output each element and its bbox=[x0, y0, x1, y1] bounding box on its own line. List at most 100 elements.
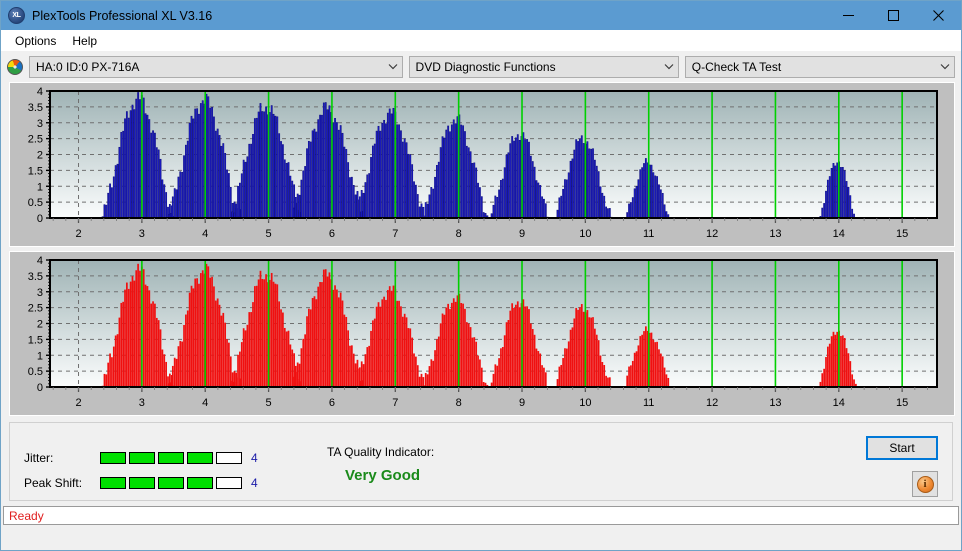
chart-bar bbox=[194, 108, 197, 219]
chart-bar bbox=[597, 171, 600, 219]
jitter-value: 4 bbox=[251, 451, 258, 465]
chart-bar bbox=[528, 309, 530, 387]
chart-bar bbox=[261, 111, 264, 219]
chart-bar bbox=[851, 208, 854, 219]
chart-bar bbox=[565, 348, 568, 387]
chart-bar bbox=[339, 292, 342, 387]
jitter-chart-panel: 0 0.5 1 1.5 2 2.5 3 3.5 4 2 3 4 5 6 7 8 9 10 11 12 13 14 15 bbox=[9, 82, 955, 247]
maximize-icon[interactable] bbox=[871, 1, 916, 30]
chart-bar bbox=[188, 292, 191, 387]
status-text: Ready bbox=[9, 508, 44, 523]
chart-bar bbox=[562, 188, 565, 219]
chart-bar bbox=[381, 122, 384, 219]
chart-bar bbox=[447, 125, 450, 219]
chart-bar bbox=[409, 328, 412, 387]
chart-bar bbox=[311, 298, 314, 387]
chart-bar bbox=[608, 208, 611, 219]
minimize-icon[interactable] bbox=[826, 1, 871, 30]
chart-bar bbox=[416, 365, 419, 387]
chart-bar bbox=[451, 302, 453, 387]
chart-bar bbox=[386, 112, 389, 219]
chart-bar bbox=[213, 116, 215, 219]
start-button[interactable]: Start bbox=[866, 436, 938, 460]
chart-bar bbox=[500, 180, 502, 219]
chart-bar bbox=[663, 367, 666, 387]
peak-shift-chart: 0 0.5 1 1.5 2 2.5 3 3.5 4 2 3 4 5 6 7 8 9 10 11 12 13 14 15 bbox=[10, 252, 954, 415]
close-icon[interactable] bbox=[916, 1, 961, 30]
chart-bar bbox=[377, 125, 380, 219]
chart-bar bbox=[345, 149, 348, 219]
chart-bar bbox=[250, 312, 252, 387]
test-select[interactable]: Q-Check TA Test bbox=[684, 55, 956, 78]
chart-bar bbox=[105, 374, 108, 387]
chart-bar bbox=[188, 122, 191, 219]
chart-bar bbox=[302, 170, 305, 219]
chart-bar bbox=[422, 206, 425, 219]
chart-bar bbox=[306, 148, 308, 219]
chart-bar bbox=[306, 316, 308, 387]
chart-bar bbox=[441, 136, 444, 219]
chart-bar bbox=[309, 141, 312, 219]
chart-bar bbox=[418, 206, 421, 219]
chart-bar bbox=[661, 193, 664, 219]
chart-bar bbox=[201, 270, 204, 387]
chart-bar bbox=[628, 366, 630, 387]
y-axis-tick-label: 2 bbox=[37, 319, 43, 331]
chart-bar bbox=[454, 301, 457, 387]
function-select[interactable]: DVD Diagnostic Functions bbox=[408, 55, 679, 78]
chart-bar bbox=[420, 203, 423, 219]
chart-bar bbox=[513, 307, 515, 387]
info-button[interactable]: i bbox=[912, 471, 938, 497]
chart-bar bbox=[107, 362, 110, 387]
chart-bar bbox=[586, 310, 589, 387]
chart-bar bbox=[509, 310, 512, 387]
menu-item-options[interactable]: Options bbox=[7, 32, 64, 50]
chart-bar bbox=[259, 103, 262, 219]
chart-bar bbox=[281, 144, 284, 219]
chart-bar bbox=[122, 301, 125, 387]
chart-bar bbox=[439, 323, 442, 387]
window-controls bbox=[826, 1, 961, 30]
chart-bar bbox=[139, 99, 141, 219]
chart-bar bbox=[471, 162, 474, 219]
chart-bar bbox=[308, 308, 310, 387]
chart-bar bbox=[637, 179, 640, 219]
chart-bar bbox=[242, 159, 245, 219]
x-axis-tick-label: 4 bbox=[202, 397, 208, 409]
chart-bar bbox=[336, 122, 338, 219]
chart-bar bbox=[388, 286, 391, 387]
chart-bar bbox=[398, 124, 400, 219]
chart-bar bbox=[289, 175, 292, 219]
chart-bar bbox=[426, 203, 429, 219]
x-axis-tick-label: 14 bbox=[833, 228, 845, 240]
jitter-chart-svg: 0 0.5 1 1.5 2 2.5 3 3.5 4 2 3 4 5 6 7 8 9 10 11 12 13 14 15 bbox=[10, 83, 954, 246]
chart-bar bbox=[163, 354, 166, 387]
x-axis-tick-label: 12 bbox=[706, 228, 718, 240]
chart-bar bbox=[436, 165, 438, 219]
chart-bar bbox=[500, 348, 502, 387]
chart-bar bbox=[579, 138, 581, 219]
drive-select[interactable]: HA:0 ID:0 PX-716A bbox=[29, 55, 403, 78]
chart-bar bbox=[603, 195, 606, 219]
chart-bar bbox=[477, 355, 479, 387]
chart-bar bbox=[116, 163, 119, 219]
chart-bar bbox=[543, 198, 545, 219]
chart-bar bbox=[319, 114, 321, 219]
chart-bar bbox=[507, 152, 510, 219]
chart-bar bbox=[207, 96, 210, 219]
chart-bar bbox=[498, 189, 500, 219]
chart-bar bbox=[575, 139, 578, 219]
menu-item-help[interactable]: Help bbox=[64, 32, 105, 50]
chart-bar bbox=[144, 113, 147, 219]
peak-shift-value: 4 bbox=[251, 476, 258, 490]
chart-bar bbox=[847, 186, 850, 219]
chart-bar bbox=[181, 172, 184, 219]
chart-bar bbox=[337, 297, 340, 387]
chart-bar bbox=[326, 276, 329, 387]
chart-bar bbox=[298, 194, 301, 219]
chart-bar bbox=[411, 164, 414, 219]
chart-bar bbox=[492, 373, 495, 387]
chart-bar bbox=[154, 303, 156, 387]
chart-bar bbox=[373, 318, 376, 387]
chart-bar bbox=[317, 119, 320, 219]
